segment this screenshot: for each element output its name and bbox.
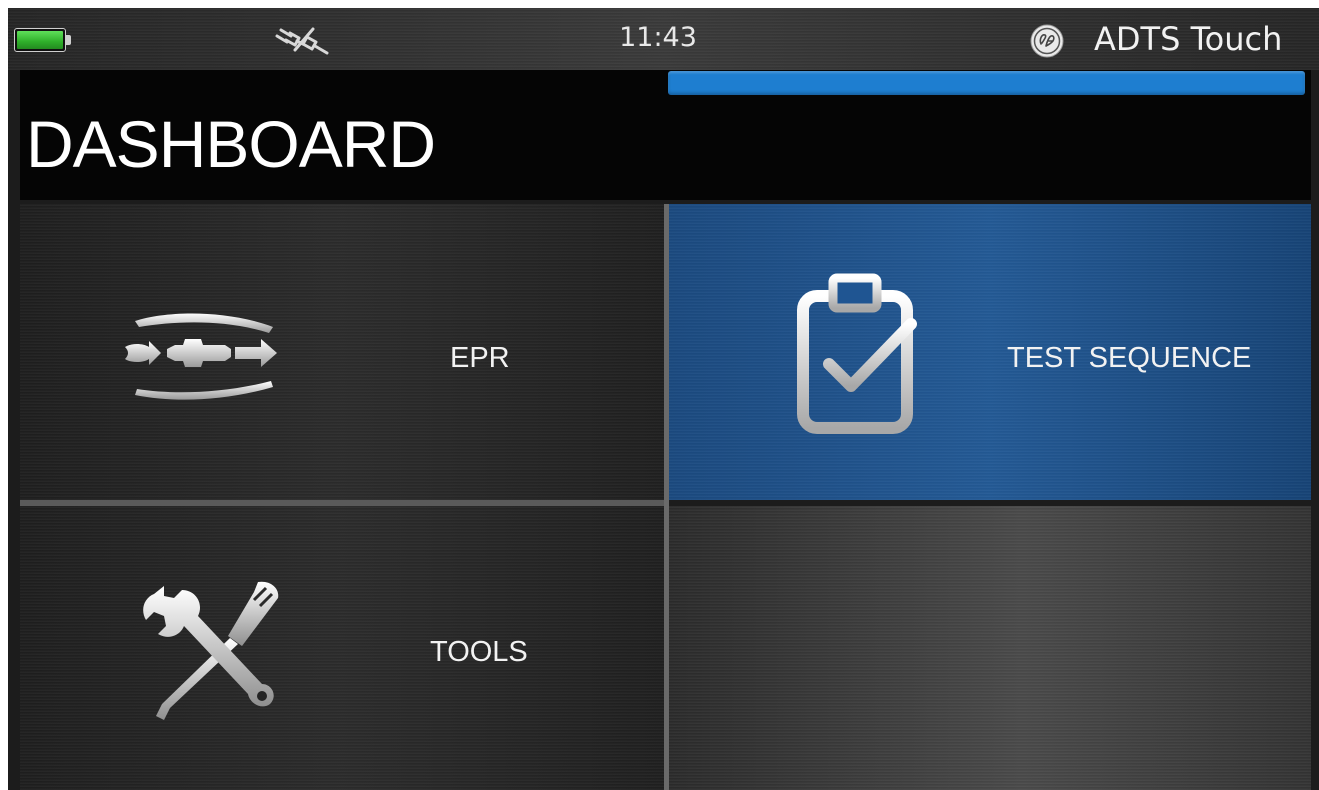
- tile-divider-vertical: [664, 204, 669, 790]
- title-bar: DASHBOARD: [20, 70, 1311, 200]
- engine-pressure-ratio-icon: [125, 313, 277, 400]
- page-title: DASHBOARD: [26, 107, 436, 181]
- tile-divider-horizontal: [20, 500, 664, 506]
- disconnected-plug-icon: [275, 27, 329, 55]
- wrench-screwdriver-icon: [143, 581, 279, 720]
- ge-logo: [1030, 24, 1064, 58]
- device-screen: 11:43 ADTS Touch DASHBOARD EPR TEST SEQU…: [8, 8, 1319, 790]
- clipboard-check-icon: [797, 273, 917, 434]
- battery-icon: [14, 28, 72, 54]
- epr-label: EPR: [450, 342, 510, 374]
- test-sequence-tile[interactable]: TEST SEQUENCE: [669, 204, 1311, 500]
- progress-bar: [668, 71, 1305, 95]
- tools-label: TOOLS: [430, 636, 528, 668]
- test-sequence-label: TEST SEQUENCE: [1007, 342, 1252, 374]
- tools-tile[interactable]: TOOLS: [20, 506, 664, 790]
- status-bar: 11:43 ADTS Touch: [8, 8, 1319, 70]
- app-name: ADTS Touch: [1094, 20, 1283, 58]
- empty-tile: [669, 506, 1311, 790]
- epr-tile[interactable]: EPR: [20, 204, 664, 500]
- clock: 11:43: [619, 22, 697, 53]
